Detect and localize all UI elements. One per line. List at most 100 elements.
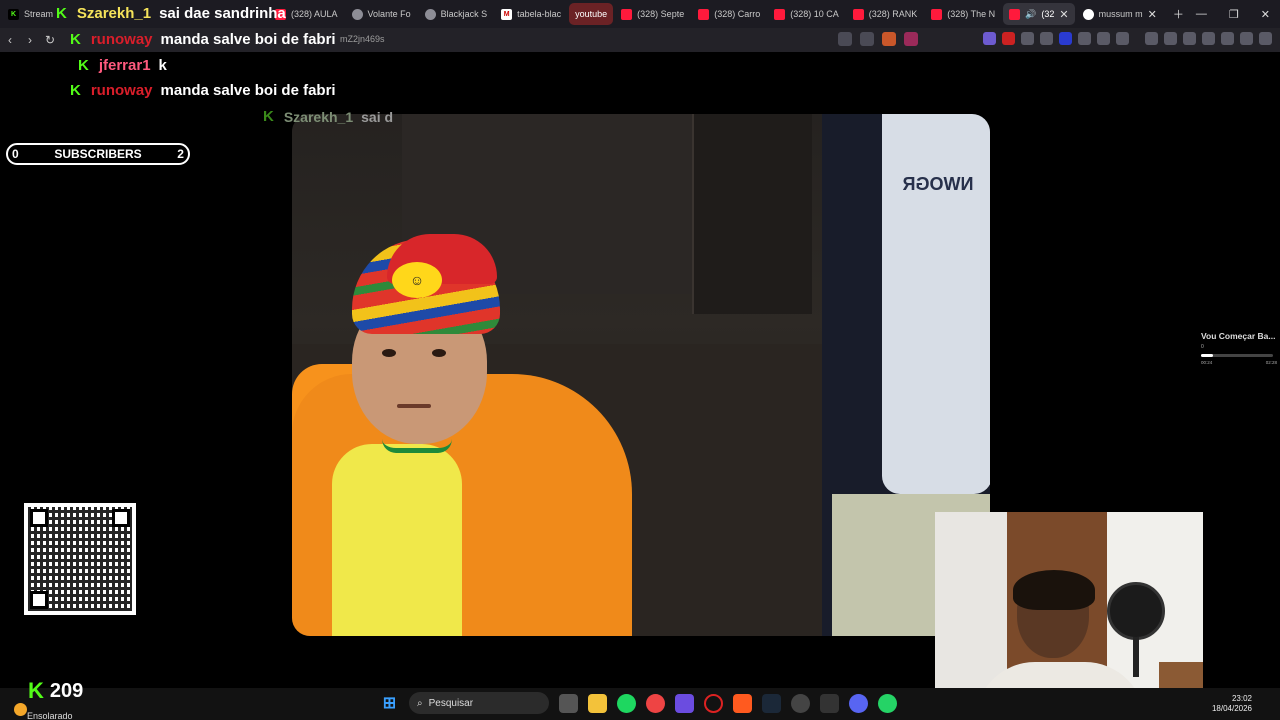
chat-message: K Szarekh_1 sai d [263, 108, 393, 125]
taskbar-search[interactable]: ⌕ Pesquisar [409, 692, 549, 714]
leo-icon[interactable] [1221, 32, 1234, 45]
chat-username: Szarekh_1 [283, 108, 354, 125]
forward-icon[interactable]: › [20, 33, 40, 47]
steam-icon[interactable] [762, 693, 781, 713]
subscriber-goal-label: SUBSCRIBERS [54, 147, 142, 161]
extension-icon[interactable] [1021, 32, 1034, 45]
puzzle-icon[interactable] [1097, 32, 1110, 45]
video-frame[interactable]: NWOGR ☺ [292, 114, 990, 636]
brave-icon[interactable] [733, 693, 752, 713]
chat-text: manda salve boi de fabri [160, 31, 336, 48]
song-time-current: 00:24 [1201, 360, 1213, 365]
smiley-icon: ☺ [392, 262, 442, 298]
qr-corner [30, 591, 48, 609]
webcam-fan-pole [1133, 637, 1139, 677]
new-tab-icon[interactable]: ＋ [1173, 6, 1184, 22]
brave-rewards-icon[interactable] [904, 32, 918, 46]
tab-label: youtube [575, 9, 608, 19]
tab-12[interactable]: mussum m ✕ [1077, 3, 1163, 25]
clock-time: 23:02 [1231, 694, 1252, 703]
vpn-icon[interactable] [1240, 32, 1253, 45]
menu-icon[interactable] [1259, 32, 1272, 45]
windows-start-icon[interactable]: ⊞ [380, 694, 399, 713]
song-title: Vou Começar Ba... [1201, 331, 1276, 341]
task-view-icon[interactable] [559, 693, 578, 713]
close-icon[interactable]: ✕ [1148, 8, 1157, 21]
tab-8[interactable]: (328) 10 CA [768, 3, 845, 25]
extension-icon[interactable] [1078, 32, 1091, 45]
brave-shield-icon[interactable] [882, 32, 896, 46]
subscriber-goal-start: 0 [12, 147, 19, 161]
extensions-toolbar [983, 32, 1272, 45]
extension-icon[interactable] [1059, 32, 1072, 45]
settings-icon[interactable] [791, 693, 810, 713]
weather-widget[interactable]: Ensolarado [14, 697, 73, 720]
close-icon[interactable]: ✕ [1059, 8, 1068, 21]
tab-label: (328) RANK [868, 9, 918, 19]
youtube-icon [1009, 8, 1021, 20]
app-grid-icon[interactable] [675, 693, 694, 713]
maximize-icon[interactable]: ❐ [1229, 8, 1239, 21]
back-icon[interactable]: ‹ [0, 33, 20, 47]
tab-label: (328) Septe [637, 9, 685, 19]
file-explorer-icon[interactable] [588, 693, 607, 713]
tab-5[interactable]: youtube [569, 3, 614, 25]
share-icon[interactable] [860, 32, 874, 46]
tab-3[interactable]: Blackjack S [419, 3, 494, 25]
spotify-icon[interactable] [617, 693, 636, 713]
download-icon[interactable] [1202, 32, 1215, 45]
tab-label: (328) The N [947, 9, 996, 19]
screenshot-icon[interactable] [1116, 32, 1129, 45]
whatsapp-icon[interactable] [878, 693, 897, 713]
youtube-icon [931, 8, 943, 20]
discord-icon[interactable] [849, 693, 868, 713]
kick-icon: K [70, 82, 81, 99]
youtube-icon [621, 8, 633, 20]
tab-0[interactable]: K Stream [2, 3, 59, 25]
close-window-icon[interactable]: ✕ [1261, 8, 1270, 21]
tab-label: (328) Carro [714, 9, 761, 19]
minimize-icon[interactable]: — [1196, 8, 1207, 20]
url-field[interactable]: mZ2jn469s [340, 34, 385, 44]
tab-11[interactable]: 🔊 (32 ✕ [1003, 3, 1075, 25]
extension-icon[interactable] [1002, 32, 1015, 45]
generic-icon [351, 8, 363, 20]
tab-9[interactable]: (328) RANK [847, 3, 924, 25]
song-progress-fill [1201, 354, 1213, 357]
chat-message: K Szarekh_1 sai dae sandrinha [56, 5, 286, 22]
wallet-icon[interactable] [1183, 32, 1196, 45]
tab-label: (328) AULA [291, 9, 338, 19]
cast-icon[interactable] [838, 32, 852, 46]
tab-4[interactable]: Mtabela-blac [495, 3, 567, 25]
chat-username: jferrar1 [98, 57, 151, 74]
qr-code [24, 503, 136, 615]
m-icon: M [501, 8, 513, 20]
sidebar-icon[interactable] [1164, 32, 1177, 45]
taskbar-clock[interactable]: 23:02 18/04/2026 [1212, 694, 1252, 714]
chrome-icon[interactable] [646, 693, 665, 713]
tab-6[interactable]: (328) Septe [615, 3, 690, 25]
chat-username: runoway [90, 82, 153, 99]
search-placeholder: Pesquisar [428, 697, 474, 709]
kick-icon: K [70, 31, 81, 48]
tab-2[interactable]: Volante Fo [346, 3, 417, 25]
tab-10[interactable]: (328) The N [925, 3, 1001, 25]
opera-icon[interactable] [704, 693, 723, 713]
tab-7[interactable]: (328) Carro [692, 3, 766, 25]
address-actions [838, 32, 918, 46]
video-eye [432, 349, 446, 357]
song-times: 00:24 02:28 [1201, 360, 1277, 365]
media-icon[interactable] [820, 693, 839, 713]
kick-icon: K [8, 8, 19, 20]
video-shirt-print: NWOGR [902, 174, 974, 194]
speaker-icon[interactable]: 🔊 [1025, 9, 1036, 20]
extension-icon[interactable] [983, 32, 996, 45]
subscriber-goal-bar: 0 SUBSCRIBERS 2 [6, 143, 190, 165]
tab-label: mussum m [1098, 9, 1143, 19]
music-icon[interactable] [1145, 32, 1158, 45]
youtube-icon [774, 8, 786, 20]
reload-icon[interactable]: ↻ [40, 33, 60, 47]
weather-label: Ensolarado [27, 711, 73, 720]
screen: K Stream (328) AULA Volante Fo Blackjack … [0, 0, 1280, 720]
extension-icon[interactable] [1040, 32, 1053, 45]
